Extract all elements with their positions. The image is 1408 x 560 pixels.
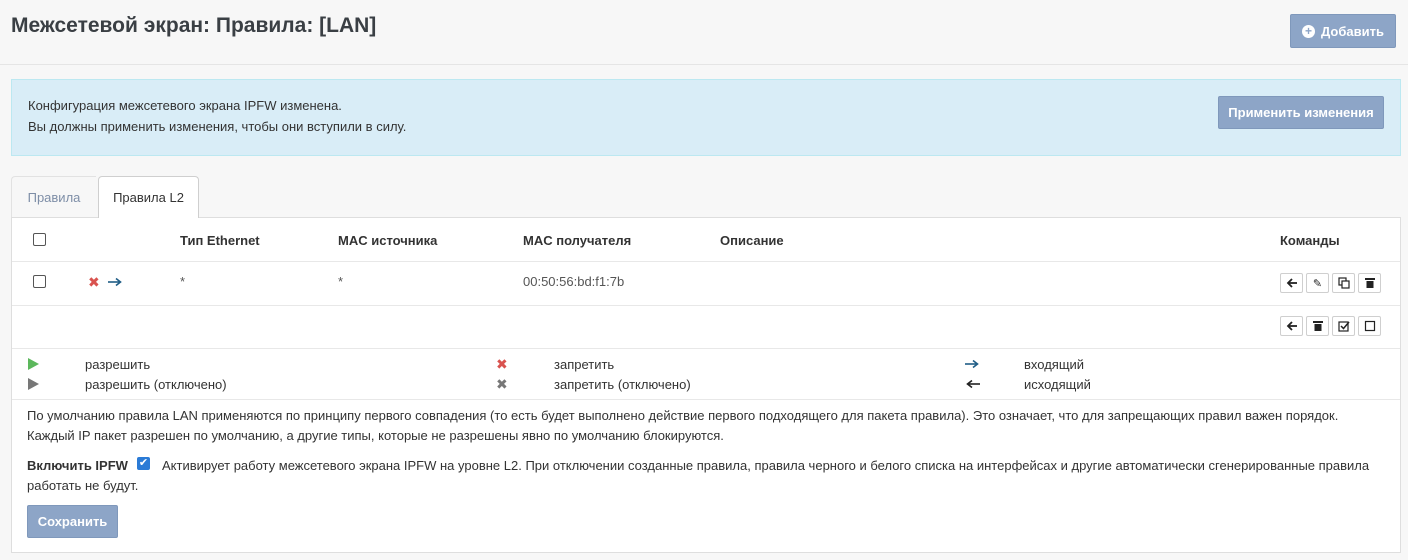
deny-icon[interactable]: ✖ bbox=[88, 274, 100, 291]
row-checkbox[interactable] bbox=[33, 275, 46, 288]
move-before-button[interactable] bbox=[1280, 273, 1303, 293]
trash-icon bbox=[1312, 321, 1323, 331]
policy-note-line2: Каждый IP пакет разрешен по умолчанию, а… bbox=[27, 428, 724, 443]
divider bbox=[12, 305, 1400, 306]
deny-icon: ✖ bbox=[496, 356, 508, 372]
plus-circle-icon: + bbox=[1302, 24, 1316, 38]
select-all-checkbox[interactable] bbox=[33, 233, 46, 246]
column-header-mac-dest: MAC получателя bbox=[523, 233, 632, 248]
enable-ipfw-label: Включить IPFW bbox=[27, 458, 128, 473]
enable-ipfw-checkbox[interactable]: ✔ bbox=[137, 457, 150, 470]
changes-alert: Конфигурация межсетевого экрана IPFW изм… bbox=[11, 79, 1401, 156]
column-header-mac-source: MAC источника bbox=[338, 233, 438, 248]
bulk-enable-button[interactable] bbox=[1332, 316, 1355, 336]
divider bbox=[12, 261, 1400, 262]
legend-allow-disabled: разрешить (отключено) bbox=[85, 377, 227, 392]
legend-incoming: входящий bbox=[1024, 357, 1085, 372]
alert-message-line2: Вы должны применить изменения, чтобы они… bbox=[28, 119, 407, 134]
checkbox-checked-icon bbox=[1337, 321, 1350, 332]
tab-rules-l2[interactable]: Правила L2 bbox=[98, 176, 199, 218]
page-title: Межсетевой экран: Правила: [LAN] bbox=[11, 14, 377, 37]
row-mac-dest: 00:50:56:bd:f1:7b bbox=[523, 274, 625, 289]
deny-disabled-icon: ✖ bbox=[496, 376, 508, 392]
incoming-arrow-icon[interactable] bbox=[108, 277, 123, 287]
check-icon: ✔ bbox=[138, 457, 149, 469]
edit-button[interactable]: ✎ bbox=[1306, 273, 1329, 293]
play-icon bbox=[28, 358, 39, 370]
bulk-move-button[interactable] bbox=[1280, 316, 1303, 336]
row-ethernet-type: * bbox=[180, 274, 186, 289]
add-button-label: Добавить bbox=[1321, 23, 1384, 39]
delete-button[interactable] bbox=[1358, 273, 1381, 293]
top-bar: Межсетевой экран: Правила: [LAN] + Добав… bbox=[0, 0, 1408, 65]
copy-icon bbox=[1337, 277, 1350, 289]
pencil-icon: ✎ bbox=[1312, 277, 1323, 290]
legend-allow: разрешить bbox=[85, 357, 151, 372]
alert-message-line1: Конфигурация межсетевого экрана IPFW изм… bbox=[28, 98, 342, 113]
rules-panel: Тип Ethernet MAC источника MAC получател… bbox=[11, 217, 1401, 553]
column-header-description: Описание bbox=[720, 233, 784, 248]
clone-button[interactable] bbox=[1332, 273, 1355, 293]
enable-ipfw-description: Активирует работу межсетевого экрана IPF… bbox=[162, 458, 1370, 473]
add-button[interactable]: + Добавить bbox=[1290, 14, 1396, 48]
legend-outgoing: исходящий bbox=[1024, 377, 1091, 392]
policy-note-line1: По умолчанию правила LAN применяются по … bbox=[27, 408, 1339, 423]
arrow-left-icon bbox=[966, 379, 980, 389]
legend-deny: запретить bbox=[554, 357, 615, 372]
checkbox-empty-icon bbox=[1364, 320, 1375, 332]
arrow-left-icon bbox=[1286, 278, 1297, 288]
apply-changes-button[interactable]: Применить изменения bbox=[1218, 96, 1384, 129]
row-mac-source: * bbox=[338, 274, 344, 289]
tab-rules[interactable]: Правила bbox=[11, 176, 96, 217]
arrow-left-icon bbox=[1286, 321, 1297, 331]
play-disabled-icon bbox=[28, 378, 39, 390]
column-header-ethernet-type: Тип Ethernet bbox=[180, 233, 260, 248]
enable-ipfw-description-cont: работать не будут. bbox=[27, 478, 139, 493]
bulk-delete-button[interactable] bbox=[1306, 316, 1329, 336]
trash-icon bbox=[1364, 278, 1375, 288]
bulk-disable-button[interactable] bbox=[1358, 316, 1381, 336]
save-button[interactable]: Сохранить bbox=[27, 505, 118, 538]
column-header-commands: Команды bbox=[1280, 233, 1340, 248]
divider bbox=[12, 399, 1400, 400]
arrow-right-icon bbox=[965, 359, 979, 369]
divider bbox=[12, 348, 1400, 349]
legend-deny-disabled: запретить (отключено) bbox=[554, 377, 691, 392]
